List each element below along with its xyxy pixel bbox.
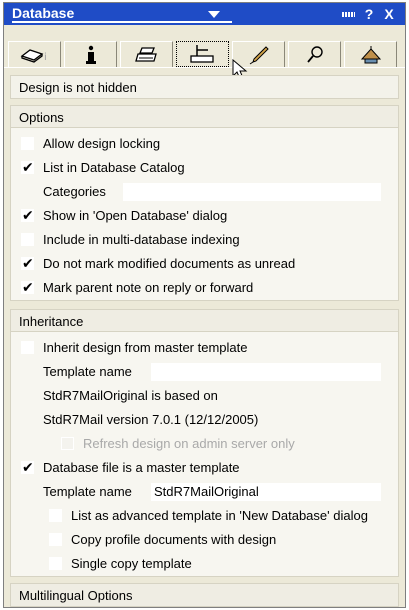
refresh-design-label: Refresh design on admin server only <box>83 436 295 451</box>
do-not-mark-unread-row: ✔ Do not mark modified documents as unre… <box>11 254 398 274</box>
mark-parent-note-label: Mark parent note on reply or forward <box>43 280 254 295</box>
list-in-catalog-row: ✔ List in Database Catalog <box>11 158 398 178</box>
template-name-2-field[interactable]: StdR7MailOriginal <box>151 483 381 501</box>
copy-profile-checkbox[interactable] <box>49 533 62 546</box>
allow-design-locking-row: Allow design locking <box>11 134 398 154</box>
launch-icon <box>360 45 381 63</box>
copy-profile-label: Copy profile documents with design <box>71 532 277 547</box>
list-in-catalog-label: List in Database Catalog <box>43 160 185 175</box>
master-template-row: ✔ Database file is a master template <box>11 458 398 478</box>
master-template-label: Database file is a master template <box>43 460 240 475</box>
pen-icon <box>249 45 269 64</box>
based-on-text-2: StdR7Mail version 7.0.1 (12/12/2005) <box>43 412 259 427</box>
template-name-1-label: Template name <box>43 364 132 379</box>
list-in-catalog-checkbox[interactable]: ✔ <box>21 159 34 175</box>
refresh-design-checkbox <box>61 437 74 450</box>
do-not-mark-unread-label: Do not mark modified documents as unread <box>43 256 296 271</box>
categories-field[interactable] <box>123 183 381 201</box>
checkmark-icon: ✔ <box>22 279 34 295</box>
list-advanced-checkbox[interactable] <box>49 509 62 522</box>
allow-design-locking-checkbox[interactable] <box>21 137 34 150</box>
template-name-1-row: Template name <box>11 362 398 382</box>
database-properties-panel: Database ? X i Design is not hidden Opti… <box>3 2 406 608</box>
refresh-design-row: Refresh design on admin server only <box>11 434 398 454</box>
template-name-2-row: Template name StdR7MailOriginal <box>11 482 398 502</box>
include-multidb-row: Include in multi-database indexing <box>11 230 398 250</box>
help-button[interactable]: ? <box>361 5 377 23</box>
show-in-open-dialog-checkbox[interactable]: ✔ <box>21 207 34 223</box>
include-multidb-label: Include in multi-database indexing <box>43 232 240 247</box>
database-icon: i <box>20 48 47 63</box>
design-status-text: Design is not hidden <box>19 80 137 95</box>
svg-text:i: i <box>44 52 47 63</box>
info-icon <box>85 45 96 64</box>
allow-design-locking-label: Allow design locking <box>43 136 161 151</box>
checkmark-icon: ✔ <box>22 255 34 271</box>
tab-full-text[interactable] <box>288 41 341 67</box>
tab-advanced[interactable] <box>344 41 397 67</box>
multilingual-header-label: Multilingual Options <box>19 588 133 603</box>
tab-info[interactable] <box>64 41 117 67</box>
tab-divider <box>4 67 405 68</box>
design-status: Design is not hidden <box>10 75 399 99</box>
inherit-design-checkbox[interactable] <box>21 341 34 354</box>
multilingual-header[interactable]: Multilingual Options <box>11 584 398 606</box>
checkmark-icon: ✔ <box>22 459 34 475</box>
based-on-row-2: StdR7Mail version 7.0.1 (12/12/2005) <box>11 410 398 430</box>
list-advanced-row: List as advanced template in 'New Databa… <box>11 506 398 526</box>
copy-profile-row: Copy profile documents with design <box>11 530 398 550</box>
inherit-design-row: Inherit design from master template <box>11 338 398 358</box>
close-button[interactable]: X <box>381 5 397 23</box>
do-not-mark-unread-checkbox[interactable]: ✔ <box>21 255 34 271</box>
design-icon <box>189 45 214 63</box>
inherit-design-label: Inherit design from master template <box>43 340 248 355</box>
properties-type-dropdown[interactable]: Database <box>12 5 232 23</box>
single-copy-checkbox[interactable] <box>49 557 62 570</box>
show-in-open-dialog-label: Show in 'Open Database' dialog <box>43 208 228 223</box>
multilingual-section: Multilingual Options <box>10 583 399 607</box>
search-icon <box>306 45 323 63</box>
based-on-row-1: StdR7MailOriginal is based on <box>11 386 398 406</box>
tab-basics[interactable]: i <box>8 41 61 67</box>
master-template-checkbox[interactable]: ✔ <box>21 459 34 475</box>
options-header[interactable]: Options <box>11 106 398 128</box>
printer-icon <box>134 46 157 62</box>
pin-icon <box>342 12 355 17</box>
categories-label: Categories <box>43 184 106 199</box>
tab-bar: i <box>4 25 405 71</box>
single-copy-label: Single copy template <box>71 556 192 571</box>
template-name-2-label: Template name <box>43 484 132 499</box>
options-section: Options Allow design locking ✔ List in D… <box>10 105 399 301</box>
inheritance-section: Inheritance Inherit design from master t… <box>10 309 399 577</box>
chevron-down-icon <box>208 11 220 18</box>
based-on-text-1: StdR7MailOriginal is based on <box>43 388 218 403</box>
checkmark-icon: ✔ <box>22 159 34 175</box>
tab-design[interactable] <box>176 41 229 67</box>
pin-button[interactable] <box>338 5 358 23</box>
show-in-open-dialog-row: ✔ Show in 'Open Database' dialog <box>11 206 398 226</box>
inheritance-header-label: Inheritance <box>19 314 84 329</box>
template-name-1-field[interactable] <box>151 363 381 381</box>
checkmark-icon: ✔ <box>22 207 34 223</box>
include-multidb-checkbox[interactable] <box>21 233 34 246</box>
mark-parent-note-checkbox[interactable]: ✔ <box>21 279 34 295</box>
tab-print[interactable] <box>120 41 173 67</box>
properties-type-label: Database <box>12 5 75 21</box>
inheritance-header[interactable]: Inheritance <box>11 310 398 332</box>
options-header-label: Options <box>19 110 64 125</box>
title-bar: Database ? X <box>4 3 405 25</box>
categories-row: Categories <box>11 182 398 202</box>
mark-parent-note-row: ✔ Mark parent note on reply or forward <box>11 278 398 298</box>
list-advanced-label: List as advanced template in 'New Databa… <box>71 508 368 523</box>
single-copy-row: Single copy template <box>11 554 398 574</box>
